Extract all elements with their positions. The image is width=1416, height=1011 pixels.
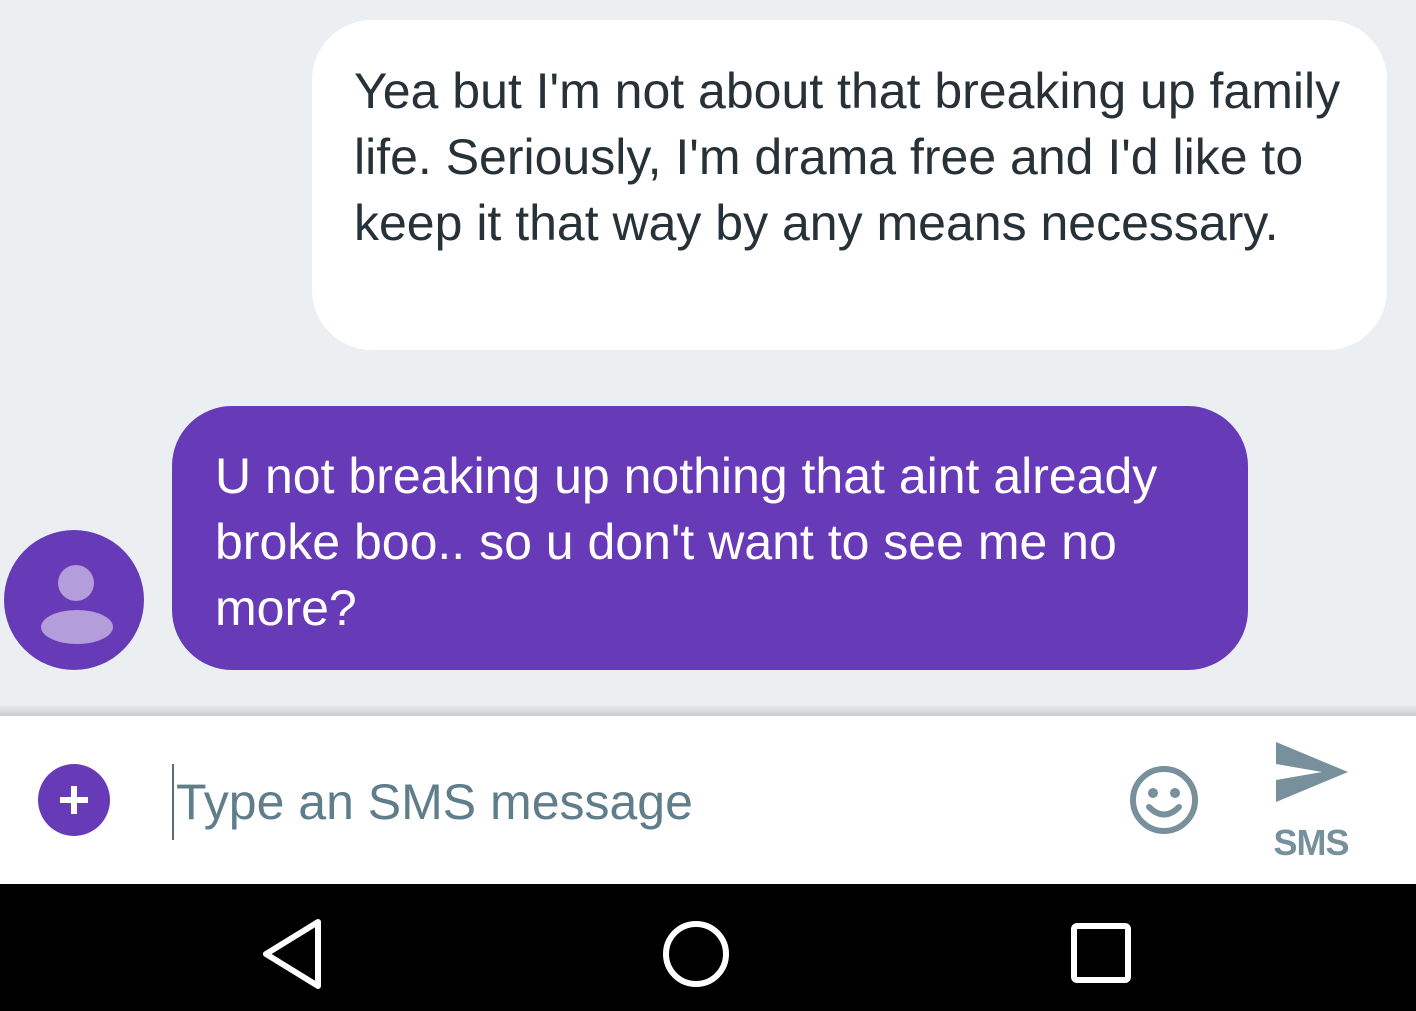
sms-message-input[interactable]	[172, 764, 1096, 840]
contact-avatar[interactable]	[4, 530, 144, 670]
avatar-shoulders	[41, 610, 113, 644]
attach-button[interactable]	[38, 764, 110, 836]
square-recents-icon	[1071, 923, 1131, 983]
send-arrow-icon	[1276, 742, 1348, 802]
outgoing-message-bubble[interactable]: Yea but I'm not about that breaking up f…	[312, 20, 1387, 350]
system-navigation-bar	[0, 884, 1416, 1011]
plus-icon	[60, 786, 88, 814]
incoming-message-bubble[interactable]: U not breaking up nothing that aint alre…	[172, 406, 1248, 670]
conversation-view: Yea but I'm not about that breaking up f…	[0, 0, 1416, 706]
compose-divider	[0, 706, 1416, 716]
send-button-label: SMS	[1273, 822, 1349, 863]
avatar-head	[58, 565, 94, 601]
smiley-face-icon	[1130, 766, 1198, 834]
recents-button[interactable]	[1058, 914, 1148, 994]
compose-bar: SMS	[0, 716, 1416, 884]
incoming-message-text: U not breaking up nothing that aint alre…	[215, 448, 1158, 636]
triangle-back-icon	[263, 919, 321, 989]
back-button[interactable]	[250, 914, 340, 994]
home-button[interactable]	[652, 914, 742, 994]
emoji-button[interactable]	[1128, 764, 1200, 836]
send-sms-button[interactable]: SMS	[1256, 734, 1366, 864]
outgoing-message-text: Yea but I'm not about that breaking up f…	[354, 63, 1341, 251]
circle-home-icon	[663, 921, 729, 987]
